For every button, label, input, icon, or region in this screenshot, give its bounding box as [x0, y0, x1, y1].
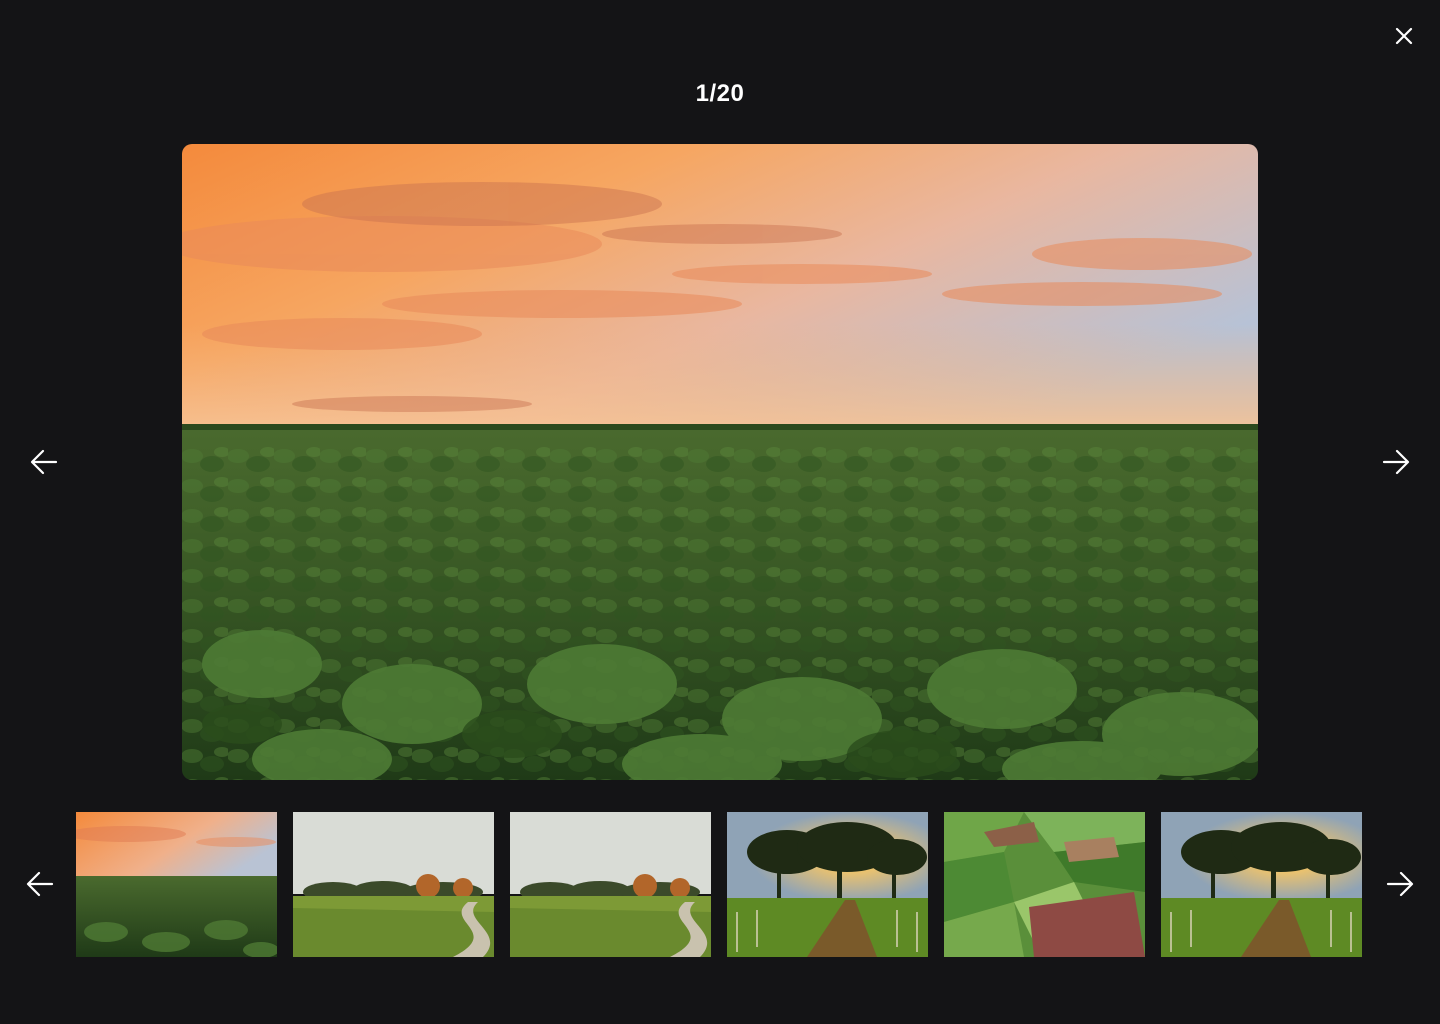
arrow-left-icon	[26, 871, 54, 897]
sunset-crop-field-photo	[182, 144, 1258, 780]
trees-sunset-fence-thumbnail	[727, 812, 928, 957]
thumbnail-item[interactable]	[76, 812, 277, 957]
arrow-right-icon	[1382, 449, 1410, 475]
thumbnail-item[interactable]	[1161, 812, 1362, 957]
thumbnail-item[interactable]	[293, 812, 494, 957]
aerial-farmland-thumbnail	[944, 812, 1145, 957]
thumbnail-item[interactable]	[727, 812, 928, 957]
previous-image-button[interactable]	[26, 444, 62, 480]
autumn-field-road-thumbnail	[293, 812, 494, 957]
arrow-left-icon	[30, 449, 58, 475]
autumn-field-road-thumbnail	[510, 812, 711, 957]
thumbnails-prev-button[interactable]	[22, 866, 58, 902]
thumbnail-item[interactable]	[944, 812, 1145, 957]
thumbnail-item[interactable]	[510, 812, 711, 957]
next-image-button[interactable]	[1378, 444, 1414, 480]
thumbnail-strip	[76, 812, 1364, 957]
arrow-right-icon	[1386, 871, 1414, 897]
main-image	[182, 144, 1258, 780]
image-counter: 1/20	[695, 80, 745, 107]
sunset-crop-field-thumbnail	[76, 812, 277, 957]
close-icon	[1395, 27, 1413, 45]
close-button[interactable]	[1388, 20, 1420, 52]
thumbnails-next-button[interactable]	[1382, 866, 1418, 902]
trees-sunset-fence-thumbnail	[1161, 812, 1362, 957]
